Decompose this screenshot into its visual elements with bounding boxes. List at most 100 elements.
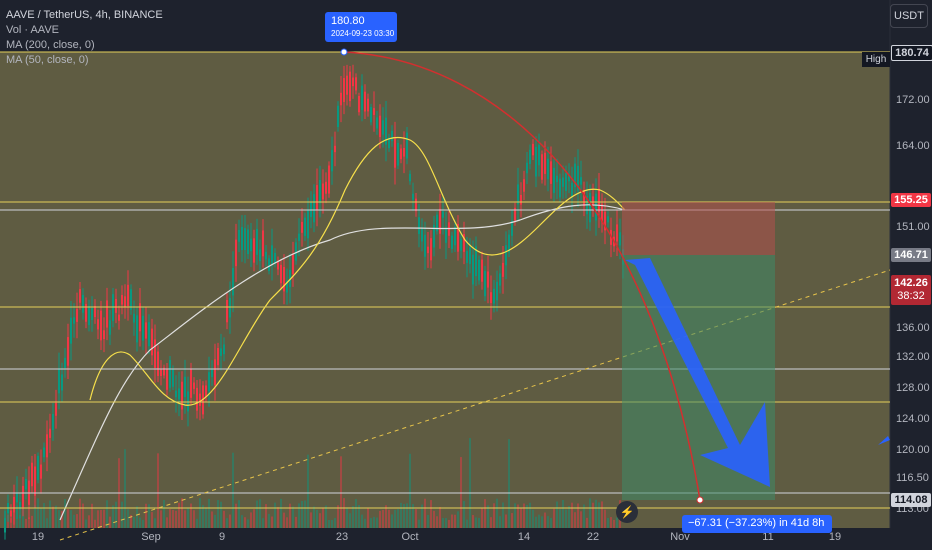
- lightning-icon[interactable]: ⚡: [616, 501, 638, 523]
- currency-button[interactable]: USDT: [890, 4, 928, 28]
- candle-body: [472, 254, 474, 285]
- candle-body: [319, 179, 321, 204]
- arc-anchor-point: [340, 48, 348, 56]
- volume-bar: [445, 518, 447, 528]
- price-chart[interactable]: [0, 0, 932, 550]
- volume-bar: [589, 498, 591, 528]
- symbol-title[interactable]: AAVE / TetherUS, 4h, BINANCE: [6, 8, 163, 23]
- candle-body: [376, 117, 378, 129]
- candle-body: [460, 239, 462, 251]
- volume-bar: [127, 509, 129, 528]
- candle-body: [274, 252, 276, 263]
- candle-body: [142, 315, 144, 341]
- volume-bar: [424, 498, 426, 528]
- candle-body: [532, 143, 534, 156]
- candle-body: [67, 337, 69, 366]
- candle-body: [481, 259, 483, 282]
- volume-bar: [115, 501, 117, 528]
- candle-body: [421, 228, 423, 242]
- candle-body: [556, 175, 558, 183]
- candle-body: [283, 266, 285, 292]
- candle-body: [550, 161, 552, 184]
- candle-body: [367, 98, 369, 112]
- candle-body: [541, 154, 543, 180]
- candle-body: [430, 238, 432, 261]
- time-axis-label: 9: [218, 531, 226, 543]
- high-callout[interactable]: 180.80 2024-09-23 03:30: [325, 12, 397, 42]
- candle-body: [181, 381, 183, 410]
- candle-body: [22, 485, 24, 508]
- volume-bar: [34, 505, 36, 528]
- time-axis-label: 14: [517, 531, 531, 543]
- volume-bar: [604, 509, 606, 528]
- volume-bar: [340, 456, 342, 528]
- candle-body: [451, 235, 453, 249]
- candle-body: [499, 273, 501, 286]
- price-axis-label: 120.00: [896, 444, 930, 456]
- price-axis-label: 132.00: [896, 351, 930, 363]
- volume-bar: [580, 511, 582, 528]
- candle-body: [490, 292, 492, 304]
- volume-bar: [415, 509, 417, 528]
- candle-body: [538, 144, 540, 166]
- candle-body: [478, 259, 480, 281]
- volume-bar: [64, 498, 66, 528]
- candle-body: [397, 142, 399, 166]
- callout-datetime: 2024-09-23 03:30: [331, 29, 395, 38]
- candle-body: [415, 198, 417, 212]
- volume-bar: [436, 516, 438, 528]
- volume-bar: [82, 503, 84, 528]
- volume-bar: [493, 503, 495, 528]
- candle-body: [262, 230, 264, 257]
- candle-body: [355, 77, 357, 91]
- time-axis-label: Oct: [401, 531, 419, 543]
- volume-bar: [175, 510, 177, 528]
- candle-body: [517, 184, 519, 205]
- volume-bar: [289, 503, 291, 528]
- candle-body: [160, 369, 162, 376]
- volume-legend[interactable]: Vol · AAVE: [6, 23, 163, 38]
- candle-body: [124, 296, 126, 307]
- candle-body: [391, 130, 393, 142]
- volume-bar: [271, 516, 273, 528]
- candle-body: [13, 496, 15, 513]
- volume-bar: [442, 517, 444, 528]
- candle-body: [580, 177, 582, 185]
- candle-body: [520, 194, 522, 205]
- volume-bar: [478, 517, 480, 528]
- volume-bar: [325, 505, 327, 528]
- candle-body: [487, 271, 489, 288]
- volume-bar: [226, 518, 228, 528]
- ma50-legend[interactable]: MA (50, close, 0): [6, 53, 163, 68]
- volume-bar: [565, 509, 567, 528]
- volume-bar: [346, 507, 348, 528]
- ma200-legend[interactable]: MA (200, close, 0): [6, 38, 163, 53]
- candle-body: [49, 428, 51, 438]
- volume-bar: [337, 505, 339, 528]
- volume-bar: [223, 510, 225, 528]
- volume-bar: [70, 510, 72, 528]
- candle-body: [295, 242, 297, 261]
- volume-bar: [562, 499, 564, 528]
- volume-bar: [349, 513, 351, 528]
- volume-bar: [592, 502, 594, 528]
- measure-label[interactable]: −67.31 (−37.23%) in 41d 8h: [682, 515, 832, 533]
- candle-body: [349, 71, 351, 102]
- volume-bar: [466, 519, 468, 528]
- candle-body: [424, 234, 426, 257]
- high-tag: High: [862, 52, 890, 67]
- target-price-badge: 114.08: [891, 493, 931, 507]
- volume-bar: [553, 508, 555, 528]
- candle-body: [358, 96, 360, 113]
- volume-bar: [550, 517, 552, 528]
- candle-body: [331, 150, 333, 172]
- callout-value: 180.80: [331, 15, 365, 27]
- candle-body: [196, 387, 198, 411]
- volume-bar: [73, 514, 75, 528]
- volume-bar: [232, 452, 234, 528]
- candle-body: [169, 360, 171, 388]
- volume-bar: [25, 518, 27, 528]
- volume-bar: [43, 502, 45, 528]
- volume-bar: [166, 517, 168, 528]
- volume-bar: [37, 498, 39, 528]
